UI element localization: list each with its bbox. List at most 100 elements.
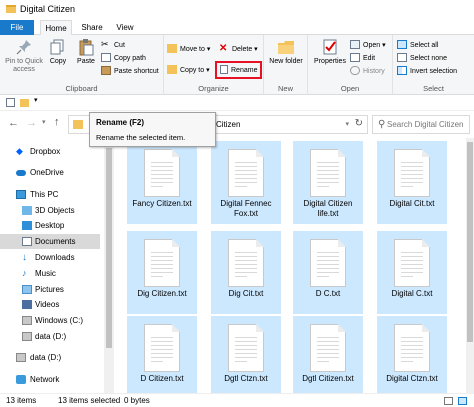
nav-item-pictures[interactable]: Pictures xyxy=(0,282,100,297)
file-name: Digital Ctzn.txt xyxy=(386,374,438,383)
history-button[interactable]: History xyxy=(350,65,385,78)
folder-qat-icon[interactable] xyxy=(20,99,29,107)
pin-quick-access-button[interactable]: Pin to Quick access xyxy=(3,38,45,74)
nav-scrollbar[interactable] xyxy=(104,138,114,393)
nav-item-dropbox[interactable]: ◆ Dropbox xyxy=(0,144,100,159)
nav-item-data-d-root[interactable]: data (D:) xyxy=(0,350,100,365)
open-group: Properties Open ▾ Edit History Open xyxy=(308,35,393,95)
file-name: Digital C.txt xyxy=(391,289,433,298)
text-file-icon xyxy=(310,149,346,197)
navigation-pane: ◆ Dropbox OneDrive This PC 3D Objects De… xyxy=(0,138,104,393)
nav-item-network[interactable]: Network xyxy=(0,372,100,387)
properties-label: Properties xyxy=(314,58,346,65)
title-bar[interactable]: Digital Citizen xyxy=(0,0,474,20)
nav-item-documents[interactable]: Documents xyxy=(0,234,100,249)
nav-dropbox-label: Dropbox xyxy=(30,147,61,156)
paste-shortcut-button[interactable]: Paste shortcut xyxy=(101,65,159,78)
new-group-label: New xyxy=(277,84,293,93)
pin-label: Pin to Quick access xyxy=(5,58,43,73)
address-dropdown-icon[interactable]: ▾ xyxy=(345,120,349,128)
copy-to-label: Copy to xyxy=(180,67,205,74)
file-name: Dgtl Ctzn.txt xyxy=(224,374,268,383)
file-item[interactable]: Dig Citizen.txt xyxy=(127,231,197,314)
file-item[interactable]: Fancy Citizen.txt xyxy=(127,141,197,224)
refresh-icon[interactable]: ↻ xyxy=(355,118,363,129)
file-item[interactable]: Dig Cit.txt xyxy=(211,231,281,314)
tab-share[interactable]: Share xyxy=(76,20,108,35)
select-group-label: Select xyxy=(423,84,444,93)
nav-item-downloads[interactable]: ↓ Downloads xyxy=(0,250,100,265)
file-view-scrollbar[interactable] xyxy=(466,138,474,393)
new-folder-button[interactable]: New folder xyxy=(266,38,306,66)
status-bar: 13 items 13 items selected 0 bytes xyxy=(0,393,474,407)
tab-view[interactable]: View xyxy=(110,20,140,35)
nav-onedrive-label: OneDrive xyxy=(30,168,64,177)
back-arrow-icon[interactable]: ← xyxy=(8,117,19,129)
large-icons-view-icon[interactable] xyxy=(458,397,467,405)
copy-icon xyxy=(49,38,67,56)
download-icon: ↓ xyxy=(22,252,27,263)
nav-scroll-thumb[interactable] xyxy=(106,148,112,348)
nav-3d-objects-label: 3D Objects xyxy=(35,206,75,215)
nav-item-data-d[interactable]: data (D:) xyxy=(0,329,100,344)
tab-file[interactable]: File xyxy=(0,20,34,35)
file-item[interactable]: Digital Fennec Fox.txt xyxy=(211,141,281,224)
file-item[interactable]: Dgtl Citizen.txt xyxy=(293,316,363,394)
nav-item-3d-objects[interactable]: 3D Objects xyxy=(0,203,100,218)
invert-selection-button[interactable]: Invert selection xyxy=(397,65,457,78)
delete-button[interactable]: ✕ Delete ▾ xyxy=(219,43,258,56)
nav-item-this-pc[interactable]: This PC xyxy=(0,187,100,202)
address-folder-icon xyxy=(73,120,83,129)
cut-button[interactable]: ✂ Cut xyxy=(101,39,125,52)
file-item[interactable]: D C.txt xyxy=(293,231,363,314)
file-item[interactable]: Dgtl Ctzn.txt xyxy=(211,316,281,394)
customize-qat-icon[interactable]: ▾ xyxy=(34,96,38,104)
nav-music-label: Music xyxy=(35,269,56,278)
text-file-icon xyxy=(228,149,264,197)
cloud-icon xyxy=(16,170,26,176)
copy-path-button[interactable]: Copy path xyxy=(101,52,146,65)
up-arrow-icon[interactable]: ↑ xyxy=(54,116,60,128)
open-button[interactable]: Open ▾ xyxy=(350,39,386,52)
pin-icon xyxy=(15,38,33,56)
details-view-icon[interactable] xyxy=(444,397,453,405)
rename-button[interactable]: Rename xyxy=(215,61,263,79)
nav-item-music[interactable]: ♪ Music xyxy=(0,266,100,281)
nav-data-d-root-label: data (D:) xyxy=(30,353,62,362)
nav-this-pc-label: This PC xyxy=(30,190,59,199)
properties-qat-icon[interactable] xyxy=(6,98,15,107)
paste-button[interactable]: Paste xyxy=(73,38,99,66)
organize-group-label: Organize xyxy=(198,84,229,93)
tooltip-body: Rename the selected item. xyxy=(96,133,186,142)
nav-item-videos[interactable]: Videos xyxy=(0,297,100,312)
search-box[interactable]: ⚲ Search Digital Citizen xyxy=(372,115,470,134)
file-item[interactable]: Digital Citizen life.txt xyxy=(293,141,363,224)
nav-item-windows-c[interactable]: Windows (C:) xyxy=(0,313,100,328)
dropbox-icon: ◆ xyxy=(16,146,23,156)
edit-button[interactable]: Edit xyxy=(350,52,375,65)
recent-dropdown-icon[interactable]: ▾ xyxy=(42,118,46,126)
file-item[interactable]: D Citizen.txt xyxy=(127,316,197,394)
nav-downloads-label: Downloads xyxy=(35,253,75,262)
copy-to-button[interactable]: Copy to ▾ xyxy=(167,64,210,77)
file-item[interactable]: Digital Ctzn.txt xyxy=(377,316,447,394)
move-to-button[interactable]: Move to ▾ xyxy=(167,43,210,56)
documents-icon xyxy=(22,237,32,246)
properties-button[interactable]: Properties xyxy=(311,38,349,66)
nav-item-desktop[interactable]: Desktop xyxy=(0,218,100,233)
file-view-scroll-thumb[interactable] xyxy=(467,142,473,342)
select-none-button[interactable]: Select none xyxy=(397,52,447,65)
file-item[interactable]: Digital C.txt xyxy=(377,231,447,314)
file-item[interactable]: Digital Cit.txt xyxy=(377,141,447,224)
file-name: D C.txt xyxy=(315,289,341,298)
clipboard-group: Pin to Quick access Copy Paste ✂ Cut Copy… xyxy=(0,35,164,95)
forward-arrow-icon[interactable]: → xyxy=(26,117,37,129)
search-placeholder: Search Digital Citizen xyxy=(387,120,464,129)
nav-documents-label: Documents xyxy=(35,237,76,246)
history-icon xyxy=(350,65,360,75)
tab-home[interactable]: Home xyxy=(40,20,72,35)
select-all-button[interactable]: Select all xyxy=(397,39,438,52)
copy-button[interactable]: Copy xyxy=(46,38,70,66)
paste-icon xyxy=(77,38,95,56)
nav-item-onedrive[interactable]: OneDrive xyxy=(0,165,100,180)
